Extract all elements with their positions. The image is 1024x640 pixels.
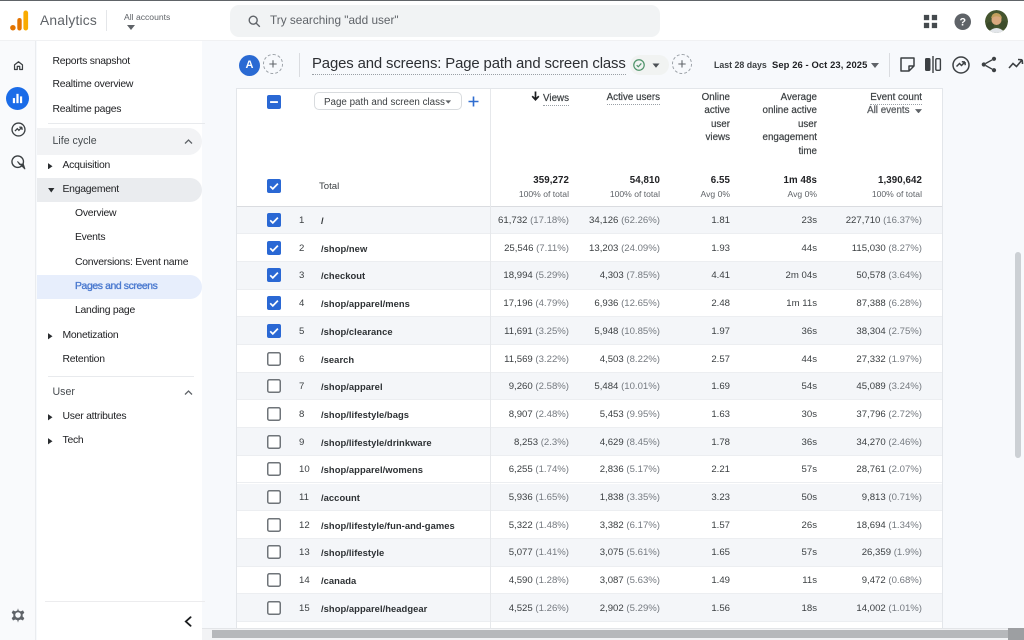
svg-text:?: ?: [959, 17, 966, 29]
